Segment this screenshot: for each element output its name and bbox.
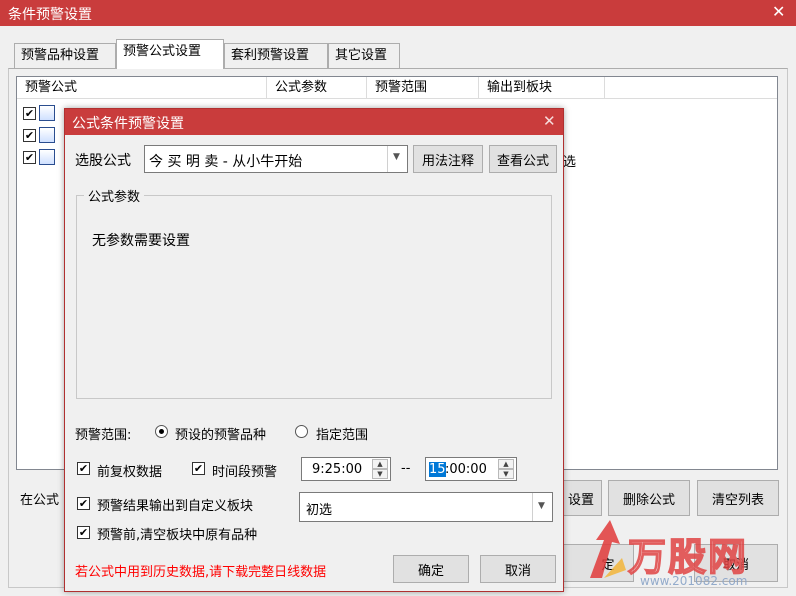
dialog-close-icon[interactable]: ✕ bbox=[543, 112, 556, 130]
formula-icon bbox=[39, 149, 55, 165]
output-board-value: 初选 bbox=[306, 503, 333, 518]
clear-before-label[interactable]: 预警前,清空板块中原有品种 bbox=[97, 524, 257, 543]
range-custom-radio[interactable] bbox=[295, 425, 308, 438]
spin-down-icon[interactable]: ▼ bbox=[372, 469, 388, 479]
bottom-label: 在公式 bbox=[20, 493, 60, 508]
chevron-down-icon: ▼ bbox=[393, 152, 400, 162]
spin-down-icon[interactable]: ▼ bbox=[498, 469, 514, 479]
column-header-formula[interactable]: 预警公式 bbox=[17, 77, 267, 99]
clear-list-button[interactable]: 清空列表 bbox=[697, 480, 779, 516]
dialog-titlebar: 公式条件预警设置 ✕ bbox=[65, 109, 563, 135]
close-icon[interactable]: ✕ bbox=[772, 2, 785, 21]
formula-icon bbox=[39, 105, 55, 121]
table-row[interactable]: ✔ bbox=[23, 149, 63, 169]
output-board-select[interactable]: 初选 ▼ bbox=[299, 492, 553, 522]
output-board-label[interactable]: 预警结果输出到自定义板块 bbox=[97, 495, 253, 514]
tab-symbol-settings[interactable]: 预警品种设置 bbox=[14, 43, 116, 69]
brand-arrow-icon bbox=[590, 520, 626, 578]
range-preset-label[interactable]: 预设的预警品种 bbox=[175, 424, 266, 443]
formula-select-dropdown[interactable]: ▼ bbox=[387, 146, 407, 172]
time-period-label[interactable]: 时间段预警 bbox=[212, 461, 277, 480]
params-group-label: 公式参数 bbox=[84, 186, 145, 205]
tab-arbitrage-settings[interactable]: 套利预警设置 bbox=[224, 43, 328, 69]
time-end-hour-selected: 15 bbox=[429, 462, 446, 477]
button-label: 取消 bbox=[504, 563, 531, 579]
column-header-output[interactable]: 输出到板块 bbox=[479, 77, 605, 99]
tab-formula-settings[interactable]: 预警公式设置 bbox=[116, 39, 224, 69]
output-board-checkbox[interactable]: ✔ bbox=[77, 497, 90, 510]
clear-before-checkbox[interactable]: ✔ bbox=[77, 526, 90, 539]
range-label: 预警范围: bbox=[75, 428, 132, 443]
table-header: 预警公式 公式参数 预警范围 输出到板块 bbox=[17, 77, 777, 99]
pre-adjust-label[interactable]: 前复权数据 bbox=[97, 461, 162, 480]
dialog-cancel-button[interactable]: 取消 bbox=[480, 555, 556, 583]
spin-up-icon[interactable]: ▲ bbox=[498, 459, 514, 469]
formula-alert-dialog: 公式条件预警设置 ✕ 选股公式 今 买 明 卖 - 从小牛开始 ▼ 用法注释 查… bbox=[64, 108, 564, 592]
formula-select[interactable]: 今 买 明 卖 - 从小牛开始 ▼ bbox=[144, 145, 408, 173]
main-window-title: 条件预警设置 bbox=[8, 7, 92, 23]
main-titlebar: 条件预警设置 ✕ bbox=[0, 0, 796, 26]
tab-label: 套利预警设置 bbox=[231, 48, 310, 63]
button-label: 清空列表 bbox=[711, 492, 764, 508]
range-custom-label[interactable]: 指定范围 bbox=[316, 424, 368, 443]
history-data-warning: 若公式中用到历史数据,请下载完整日线数据 bbox=[75, 565, 327, 580]
brand-watermark: 万股网 www.201082.com bbox=[578, 516, 794, 594]
time-start-field[interactable]: 9:25:00 ▲ ▼ bbox=[301, 457, 391, 481]
tab-other-settings[interactable]: 其它设置 bbox=[328, 43, 400, 69]
tab-label: 预警公式设置 bbox=[123, 44, 202, 59]
formula-select-value: 今 买 明 卖 - 从小牛开始 bbox=[149, 154, 303, 170]
output-cell-text: 选 bbox=[563, 155, 577, 170]
button-label: 确定 bbox=[417, 563, 444, 579]
time-period-checkbox[interactable]: ✔ bbox=[192, 462, 205, 475]
table-row[interactable]: ✔ bbox=[23, 105, 63, 125]
table-row[interactable]: ✔ bbox=[23, 127, 63, 147]
button-label: 查看公式 bbox=[496, 153, 549, 169]
time-end-rest: :00:00 bbox=[445, 462, 487, 477]
dialog-title: 公式条件预警设置 bbox=[72, 116, 184, 132]
time-separator: -- bbox=[401, 461, 411, 476]
row-checkbox[interactable]: ✔ bbox=[23, 151, 36, 164]
spin-up-icon[interactable]: ▲ bbox=[372, 459, 388, 469]
formula-icon bbox=[39, 127, 55, 143]
row-checkbox[interactable]: ✔ bbox=[23, 129, 36, 142]
time-end-field[interactable]: 15 :00:00 ▲ ▼ bbox=[425, 457, 517, 481]
button-label: 删除公式 bbox=[622, 492, 675, 508]
view-formula-button[interactable]: 查看公式 bbox=[489, 145, 557, 173]
tab-label: 预警品种设置 bbox=[21, 48, 100, 63]
chevron-down-icon: ▼ bbox=[538, 501, 545, 511]
range-preset-radio[interactable] bbox=[155, 425, 168, 438]
button-label: 用法注释 bbox=[421, 153, 474, 169]
tab-label: 其它设置 bbox=[335, 48, 388, 63]
formula-label: 选股公式 bbox=[75, 153, 131, 169]
row-checkbox[interactable]: ✔ bbox=[23, 107, 36, 120]
column-header-range[interactable]: 预警范围 bbox=[367, 77, 479, 99]
dialog-ok-button[interactable]: 确定 bbox=[393, 555, 469, 583]
params-group bbox=[76, 195, 552, 399]
brand-url: www.201082.com bbox=[640, 574, 748, 588]
column-header-params[interactable]: 公式参数 bbox=[267, 77, 367, 99]
time-start-value: 9:25:00 bbox=[312, 462, 363, 477]
brand-name: 万股网 bbox=[627, 534, 749, 580]
delete-formula-button[interactable]: 删除公式 bbox=[608, 480, 690, 516]
params-message: 无参数需要设置 bbox=[92, 233, 190, 249]
usage-notes-button[interactable]: 用法注释 bbox=[413, 145, 483, 173]
output-board-dropdown[interactable]: ▼ bbox=[532, 493, 552, 521]
pre-adjust-checkbox[interactable]: ✔ bbox=[77, 462, 90, 475]
